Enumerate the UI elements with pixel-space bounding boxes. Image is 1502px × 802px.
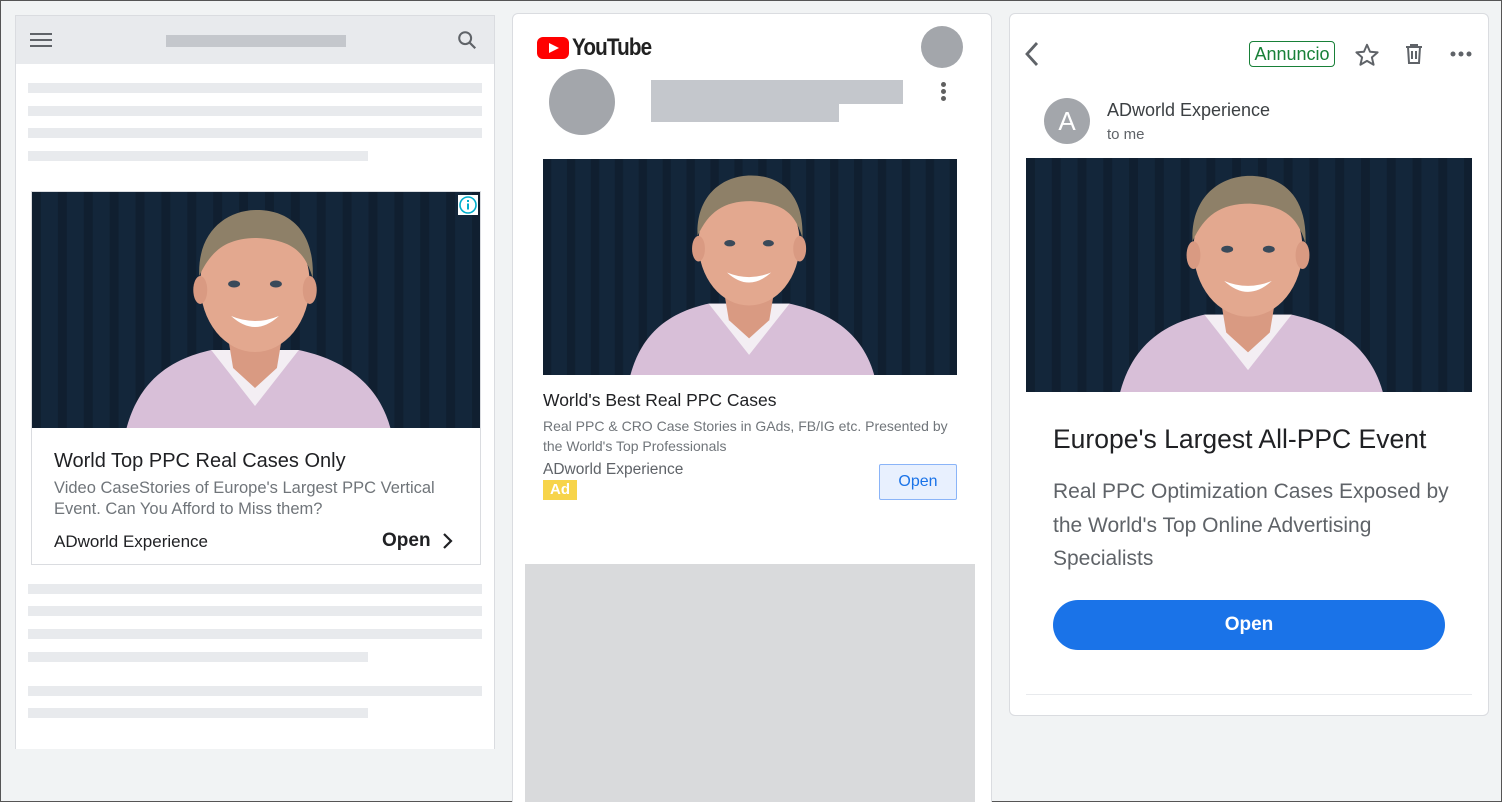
subtitle-placeholder: [651, 104, 839, 122]
recipient-label[interactable]: to me: [1107, 126, 1145, 143]
ad-image[interactable]: [32, 192, 480, 428]
hamburger-icon[interactable]: [30, 33, 52, 49]
sender-avatar: A: [1044, 98, 1090, 144]
open-label: Open: [382, 530, 431, 551]
ad-headline[interactable]: World Top PPC Real Cases Only: [54, 450, 346, 473]
back-arrow-icon[interactable]: [1022, 40, 1042, 68]
ad-badge: Annuncio: [1249, 41, 1335, 67]
display-ad-card[interactable]: World Top PPC Real Cases Only Video Case…: [31, 191, 481, 565]
ad-description: Video CaseStories of Europe's Largest PP…: [54, 479, 435, 518]
sender-name[interactable]: ADworld Experience: [1107, 100, 1270, 121]
advertiser-name: ADworld Experience: [54, 532, 209, 551]
gmail-ad-mockup: Annuncio A ADworld Experience to me Euro…: [1009, 13, 1489, 716]
ad-image[interactable]: [543, 159, 957, 375]
text-line-placeholder: [28, 151, 368, 161]
text-line-placeholder: [28, 128, 482, 138]
text-line-placeholder: [28, 584, 482, 594]
site-header: [16, 16, 494, 64]
text-line-placeholder: [28, 652, 368, 662]
youtube-play-icon: [537, 37, 569, 59]
text-line-placeholder: [28, 686, 482, 696]
advertiser-name: ADworld Experience: [543, 461, 684, 478]
text-line-placeholder: [28, 106, 482, 116]
ad-badge: Ad: [543, 480, 577, 500]
star-icon[interactable]: [1354, 42, 1380, 68]
open-button[interactable]: Open: [1053, 600, 1445, 650]
header-title-placeholder: [166, 35, 346, 47]
ad-description: Real PPC & CRO Case Stories in GAds, FB/…: [543, 418, 948, 454]
youtube-wordmark: YouTube: [572, 34, 652, 61]
info-icon[interactable]: [458, 195, 478, 215]
ad-description: Real PPC Optimization Cases Exposed by t…: [1053, 480, 1449, 570]
youtube-ad-mockup: YouTube World's Best Real PPC Cases Real…: [512, 13, 992, 802]
channel-avatar-placeholder: [549, 69, 615, 135]
title-placeholder: [651, 80, 903, 104]
youtube-logo[interactable]: YouTube: [537, 34, 664, 62]
search-icon[interactable]: [456, 29, 478, 51]
text-line-placeholder: [28, 606, 482, 616]
content-placeholder-block: [525, 564, 975, 802]
ad-headline: Europe's Largest All-PPC Event: [1053, 424, 1427, 454]
text-line-placeholder: [28, 83, 482, 93]
divider: [1026, 694, 1472, 695]
ad-image[interactable]: [1026, 158, 1472, 392]
more-horiz-icon[interactable]: [1450, 51, 1472, 57]
open-button[interactable]: Open: [879, 464, 957, 500]
ad-headline[interactable]: World's Best Real PPC Cases: [543, 390, 777, 411]
avatar[interactable]: [921, 26, 963, 68]
open-button[interactable]: Open: [382, 530, 453, 552]
text-line-placeholder: [28, 629, 482, 639]
more-vert-icon[interactable]: [941, 82, 947, 101]
text-line-placeholder: [28, 708, 368, 718]
display-ad-mockup: World Top PPC Real Cases Only Video Case…: [15, 15, 495, 749]
chevron-right-icon: [442, 533, 453, 549]
trash-icon[interactable]: [1402, 42, 1426, 66]
